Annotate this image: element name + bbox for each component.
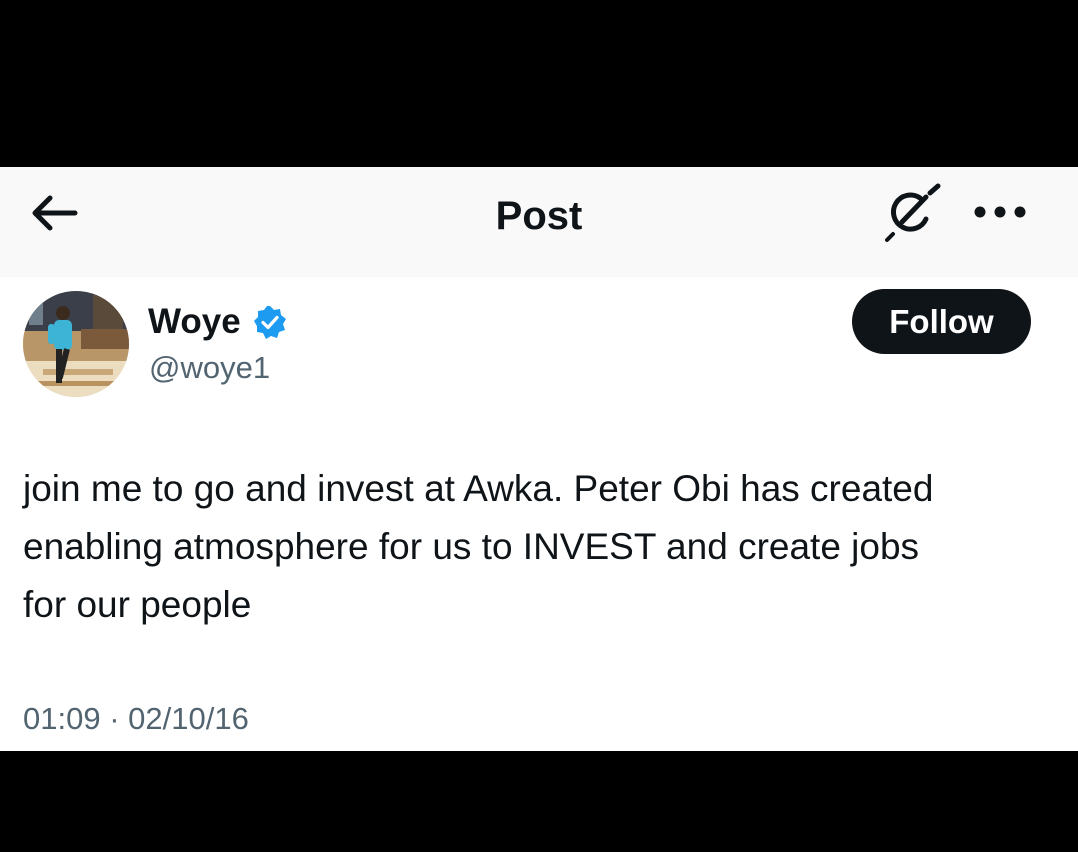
meta-separator: ·	[109, 701, 120, 736]
grok-icon	[882, 183, 944, 250]
screenshot-frame: Post Woye @woye1 Follow join me to go an…	[0, 0, 1078, 852]
more-horizontal-icon	[972, 205, 1028, 224]
avatar[interactable]	[23, 291, 129, 397]
post-text-line: for our people	[23, 584, 252, 625]
follow-button[interactable]: Follow	[852, 289, 1031, 354]
author-handle[interactable]: @woye1	[149, 348, 270, 388]
grok-button[interactable]	[880, 183, 946, 249]
top-navigation-bar: Post	[0, 167, 1078, 277]
post-time: 01:09	[23, 701, 101, 736]
post-text-line: enabling atmosphere for us to INVEST and…	[23, 526, 920, 567]
post-timestamp[interactable]: 01:09 · 02/10/16	[23, 697, 249, 741]
verified-badge-icon	[253, 305, 287, 339]
author-name-row[interactable]: Woye	[148, 300, 287, 344]
post-view: Post Woye @woye1 Follow join me to go an…	[0, 167, 1078, 751]
post-date: 02/10/16	[128, 701, 249, 736]
author-name: Woye	[148, 302, 241, 341]
post-text-line: join me to go and invest at Awka. Peter …	[23, 468, 934, 509]
more-options-button[interactable]	[970, 191, 1030, 237]
post-text: join me to go and invest at Awka. Peter …	[23, 460, 1053, 634]
